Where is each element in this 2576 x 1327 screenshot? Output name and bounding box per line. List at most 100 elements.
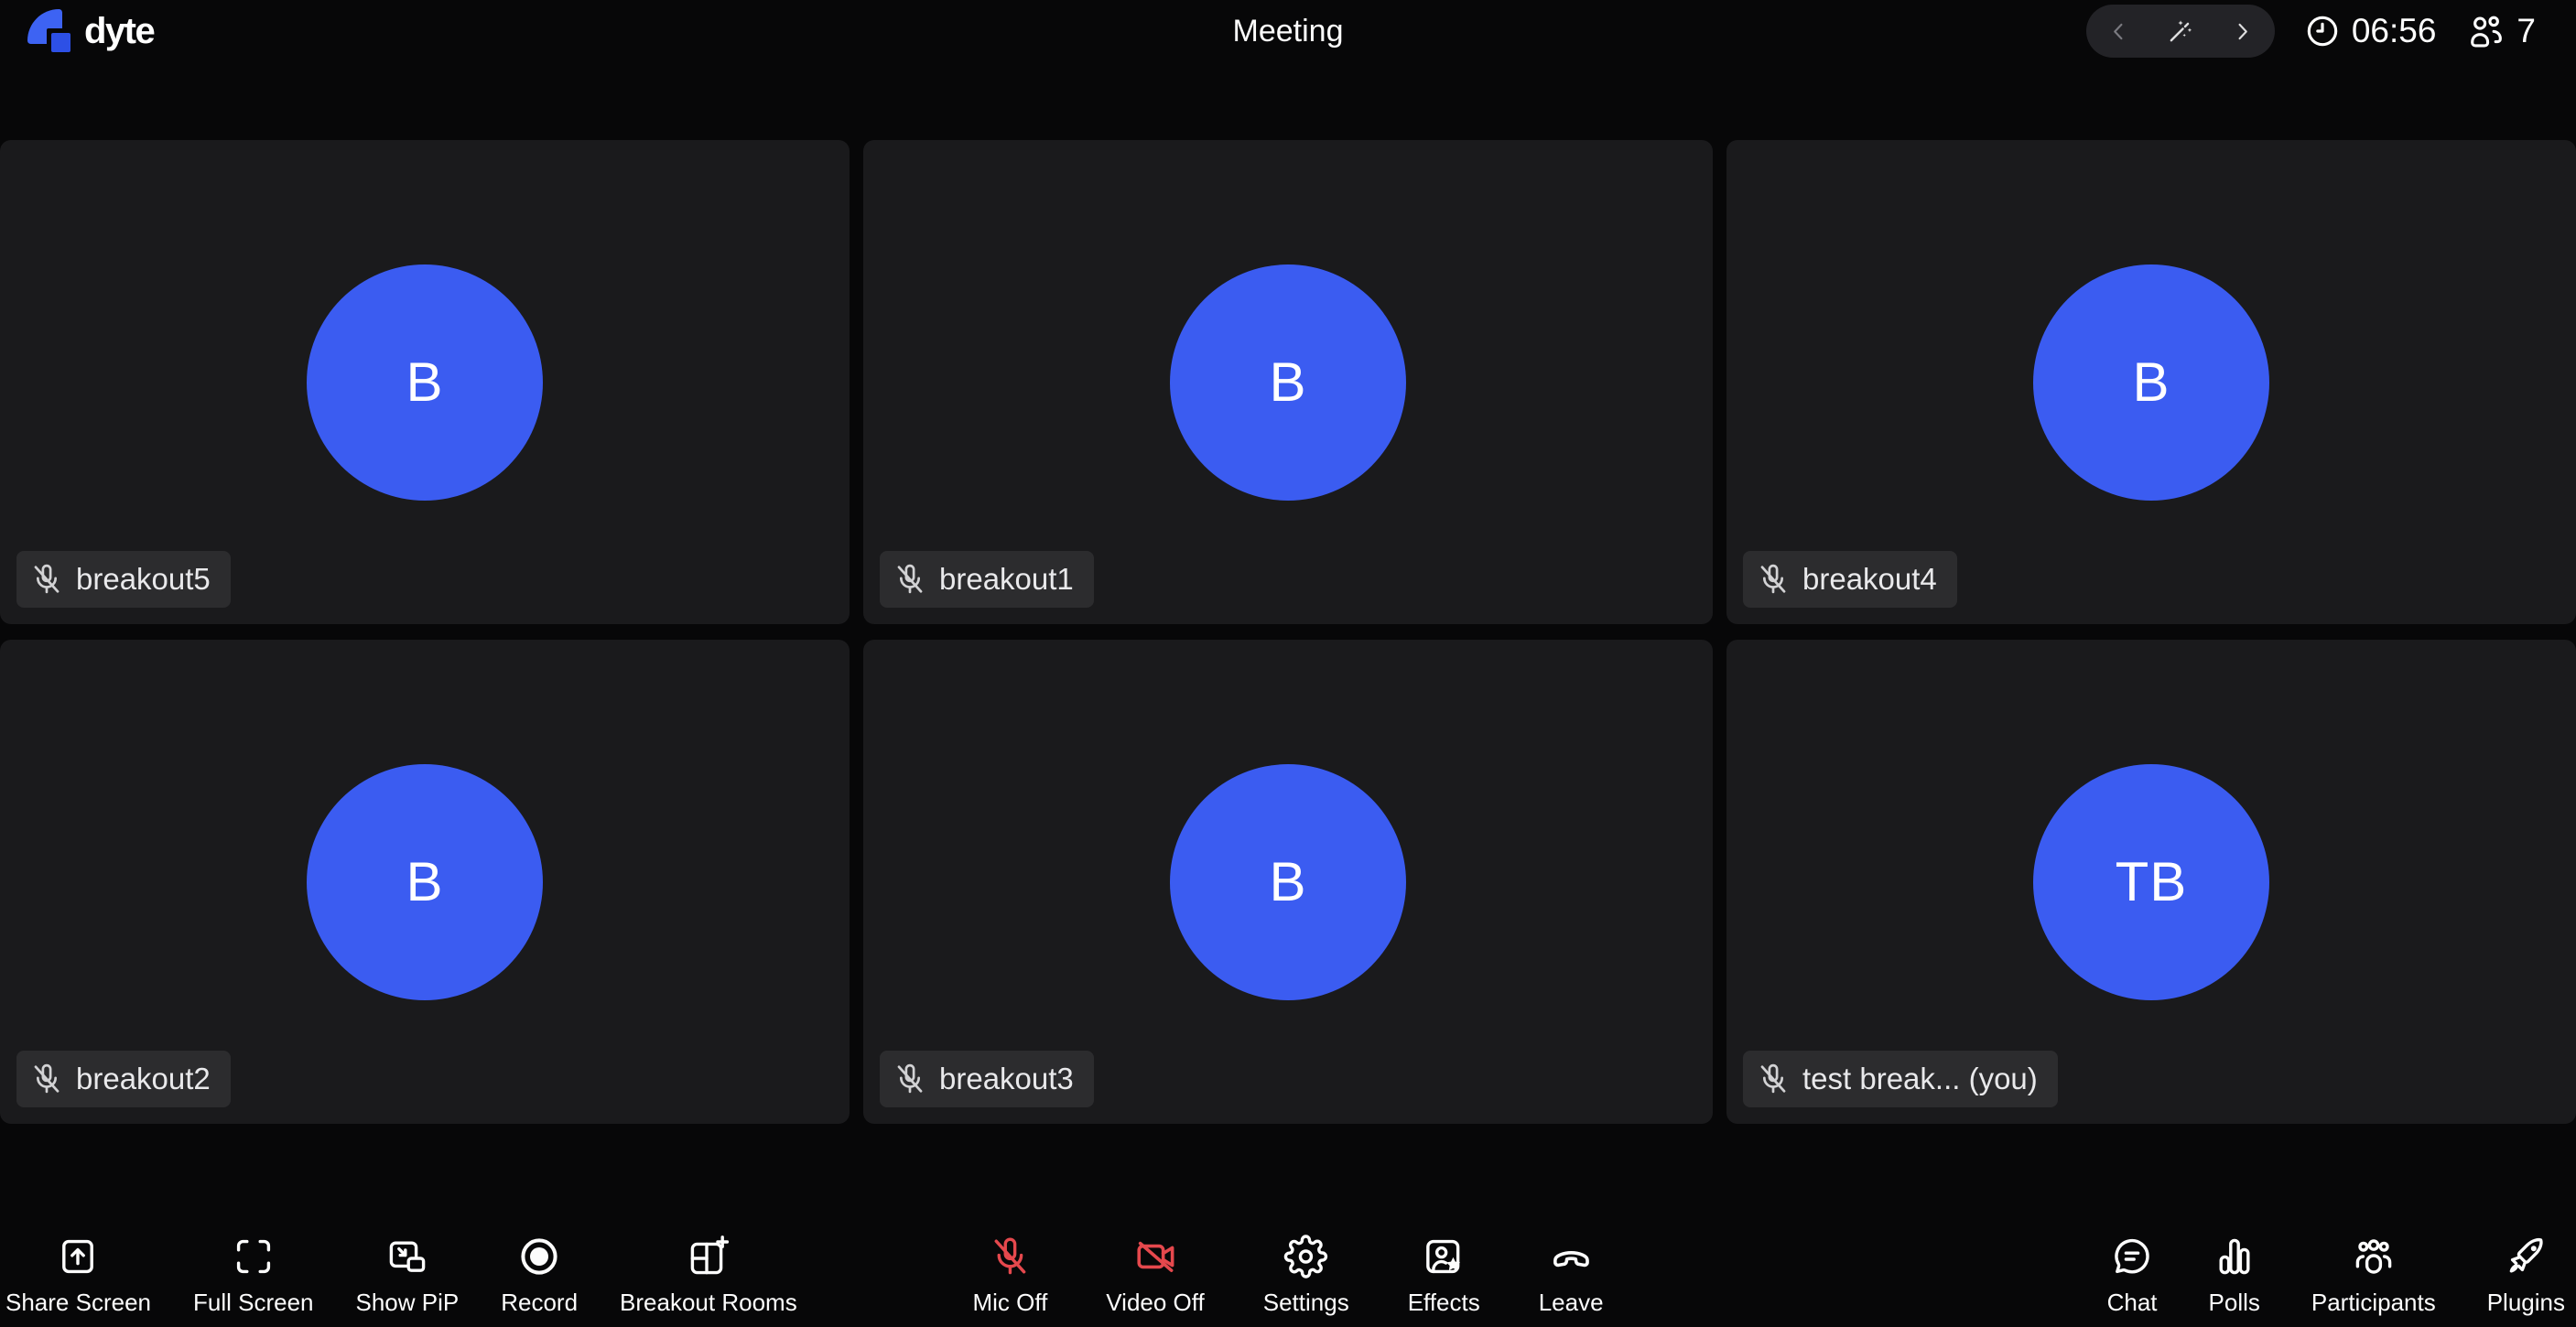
avatar-initials: B xyxy=(2132,351,2170,414)
participant-name: breakout4 xyxy=(1802,562,1937,597)
header: dyte Meeting 06:56 7 xyxy=(0,0,2576,101)
magic-layout-button[interactable] xyxy=(2165,16,2195,47)
chevron-right-icon xyxy=(2230,19,2255,44)
mic-off-icon xyxy=(1756,1062,1791,1096)
settings-button[interactable]: Settings xyxy=(1263,1235,1349,1314)
participant-name-tag: breakout4 xyxy=(1743,551,1957,608)
prev-page-button[interactable] xyxy=(2106,19,2131,44)
participant-name: breakout5 xyxy=(76,562,211,597)
participant-name: breakout2 xyxy=(76,1062,211,1096)
video-toggle-button[interactable]: Video Off xyxy=(1106,1235,1204,1314)
next-page-button[interactable] xyxy=(2230,19,2255,44)
mic-off-icon xyxy=(1756,562,1791,597)
control-label: Mic Off xyxy=(972,1290,1047,1314)
mic-off-icon xyxy=(29,562,64,597)
participant-name-tag: test break... (you) xyxy=(1743,1051,2058,1107)
polls-button[interactable]: Polls xyxy=(2209,1235,2260,1314)
mic-off-icon xyxy=(893,1062,927,1096)
mic-off-icon xyxy=(29,1062,64,1096)
logo-square-shape xyxy=(51,33,70,52)
participant-count: 7 xyxy=(2516,12,2536,50)
avatar-initials: B xyxy=(406,351,443,414)
avatar: B xyxy=(1170,764,1406,1000)
avatar: B xyxy=(307,264,543,501)
participants-button[interactable]: Participants xyxy=(2311,1235,2436,1314)
video-off-icon xyxy=(1133,1235,1177,1278)
pip-icon xyxy=(385,1235,429,1278)
full-screen-button[interactable]: Full Screen xyxy=(193,1235,314,1314)
control-label: Chat xyxy=(2107,1290,2158,1314)
avatar-initials: TB xyxy=(2116,850,2188,913)
control-label: Participants xyxy=(2311,1290,2436,1314)
participant-tile: B breakout3 xyxy=(863,640,1713,1124)
participant-name-tag: breakout2 xyxy=(16,1051,231,1107)
control-group-left: Share Screen Full Screen Show PiP Record… xyxy=(5,1235,797,1314)
participant-tile-self: TB test break... (you) xyxy=(1726,640,2576,1124)
mic-toggle-button[interactable]: Mic Off xyxy=(972,1235,1047,1314)
brand-logo: dyte xyxy=(27,9,154,53)
avatar: B xyxy=(2033,264,2269,501)
chevron-left-icon xyxy=(2106,19,2131,44)
control-label: Leave xyxy=(1539,1290,1604,1314)
participant-tile: B breakout1 xyxy=(863,140,1713,624)
participant-name-tag: breakout3 xyxy=(880,1051,1094,1107)
participant-name: test break... (you) xyxy=(1802,1062,2038,1096)
record-button[interactable]: Record xyxy=(501,1235,578,1314)
plugins-button[interactable]: Plugins xyxy=(2487,1235,2565,1314)
control-label: Video Off xyxy=(1106,1290,1204,1314)
chat-icon xyxy=(2110,1235,2154,1278)
people-icon xyxy=(2465,11,2506,51)
clock-icon xyxy=(2304,13,2341,49)
dyte-logo-icon xyxy=(27,9,71,53)
full-screen-icon xyxy=(232,1235,276,1278)
meeting-timer: 06:56 xyxy=(2304,12,2437,50)
record-icon xyxy=(517,1235,561,1278)
participants-icon xyxy=(2352,1235,2396,1278)
avatar: TB xyxy=(2033,764,2269,1000)
control-label: Record xyxy=(501,1290,578,1314)
avatar: B xyxy=(1170,264,1406,501)
participant-name-tag: breakout1 xyxy=(880,551,1094,608)
gear-icon xyxy=(1284,1235,1328,1278)
avatar-initials: B xyxy=(1269,351,1306,414)
meeting-app: dyte Meeting 06:56 7 xyxy=(0,0,2576,1327)
avatar-initials: B xyxy=(406,850,443,913)
show-pip-button[interactable]: Show PiP xyxy=(355,1235,459,1314)
avatar-initials: B xyxy=(1269,850,1306,913)
control-label: Breakout Rooms xyxy=(620,1290,797,1314)
elapsed-time: 06:56 xyxy=(2352,12,2437,50)
magic-wand-icon xyxy=(2165,16,2195,47)
breakout-rooms-button[interactable]: Breakout Rooms xyxy=(620,1235,797,1314)
control-label: Settings xyxy=(1263,1290,1349,1314)
control-label: Polls xyxy=(2209,1290,2260,1314)
control-bar: Share Screen Full Screen Show PiP Record… xyxy=(0,1206,2576,1314)
effects-button[interactable]: Effects xyxy=(1408,1235,1480,1314)
control-label: Show PiP xyxy=(355,1290,459,1314)
share-screen-button[interactable]: Share Screen xyxy=(5,1235,151,1314)
control-group-right: Chat Polls Participants Plugins xyxy=(2107,1235,2565,1314)
header-right-cluster: 06:56 7 xyxy=(2086,5,2536,58)
mic-off-icon xyxy=(893,562,927,597)
participant-name: breakout3 xyxy=(939,1062,1074,1096)
leave-button[interactable]: Leave xyxy=(1539,1235,1604,1314)
layout-pager xyxy=(2086,5,2275,58)
share-screen-icon xyxy=(56,1235,100,1278)
control-label: Full Screen xyxy=(193,1290,314,1314)
participant-counter: 7 xyxy=(2465,11,2536,51)
control-label: Effects xyxy=(1408,1290,1480,1314)
mic-off-icon xyxy=(988,1235,1032,1278)
participant-name-tag: breakout5 xyxy=(16,551,231,608)
brand-name: dyte xyxy=(84,9,154,53)
breakout-rooms-icon xyxy=(687,1235,731,1278)
chat-button[interactable]: Chat xyxy=(2107,1235,2158,1314)
effects-icon xyxy=(1422,1235,1466,1278)
participant-tile: B breakout5 xyxy=(0,140,850,624)
participant-tile: B breakout2 xyxy=(0,640,850,1124)
control-group-middle: Mic Off Video Off Settings Effects Leave xyxy=(972,1235,1603,1314)
tile-grid: B breakout5 B breakout1 B breakout4 B xyxy=(0,140,2576,1124)
control-label: Plugins xyxy=(2487,1290,2565,1314)
leave-call-icon xyxy=(1549,1235,1593,1278)
rocket-icon xyxy=(2504,1235,2548,1278)
control-label: Share Screen xyxy=(5,1290,151,1314)
participant-tile: B breakout4 xyxy=(1726,140,2576,624)
